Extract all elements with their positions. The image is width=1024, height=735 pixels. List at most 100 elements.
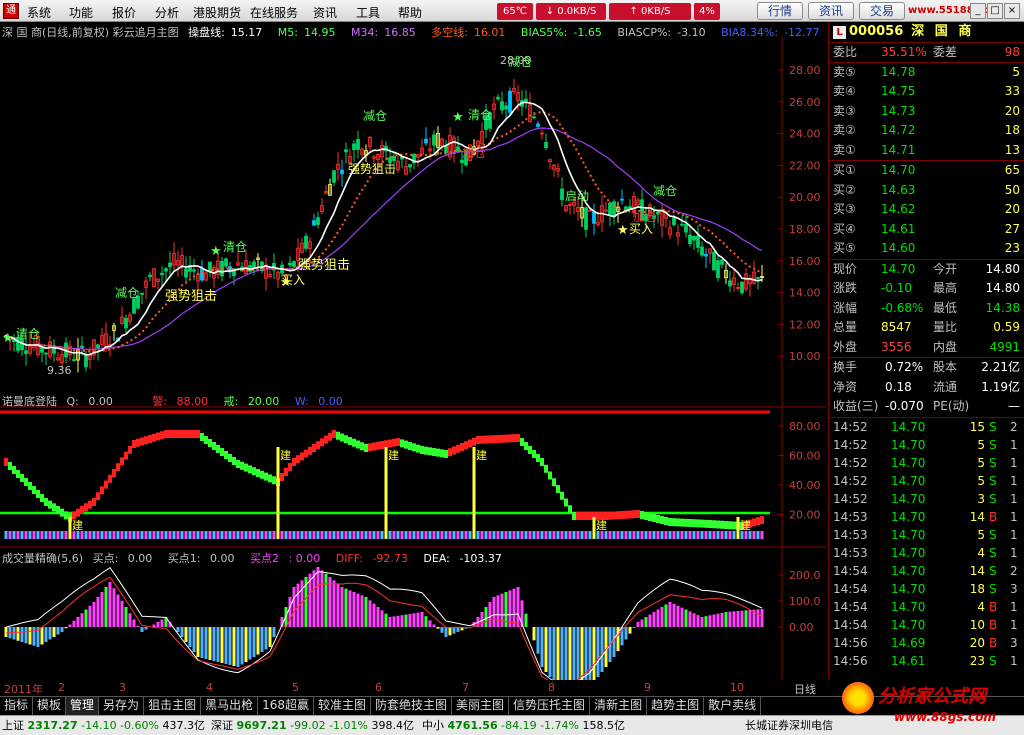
m34-readout: M34: 16.85 [351,26,422,39]
tick-side: S [989,581,997,596]
menu-function[interactable]: 功能 [69,4,93,21]
menu-analysis[interactable]: 分析 [155,4,179,21]
candle-body [192,269,196,272]
menu-news[interactable]: 资讯 [313,4,337,21]
tick-time: 14:54 [833,617,868,632]
ind1-bottom-bar [12,531,16,539]
ind1-step [452,446,456,455]
ann-qing2: 清仓 [223,240,247,254]
period-label[interactable]: 日线 [794,681,816,697]
ind2-histogram-bar [240,627,244,665]
ind2-histogram-bar [492,597,496,627]
close-icon[interactable]: × [1004,3,1020,19]
tick-row[interactable]: 14:56 14.69 20 B 3 [829,634,1024,652]
fin-label: 净资 [833,379,858,394]
ind1-step [472,437,476,446]
tab-item[interactable]: 清新主图 [590,697,648,715]
stat-row: 现价 14.70 今开 14.80 [829,260,1024,280]
ind1-bottom-bar [224,531,228,539]
ind1-step [556,485,560,493]
price-tick-label: 16.00 [789,255,821,268]
tab-item[interactable]: 另存为 [99,697,145,715]
trade-button[interactable]: 交易 [859,2,905,20]
tick-count: 2 [1010,563,1018,578]
tab-item[interactable]: 散户卖线 [704,697,762,715]
menu-online[interactable]: 在线服务 [250,4,298,21]
chart-area[interactable]: 清仓 减仓 清仓 强势狙击 强势狙击 买入 减仓 强势狙击 加仓 清仓 减仓 启… [0,22,826,680]
ind1-bottom-bar [8,531,12,539]
tick-row[interactable]: 14:52 14.70 3 S 1 [829,490,1024,508]
ind1-step [208,439,212,447]
tick-volume: 20 [969,635,985,650]
ind1-bottom-bar [748,531,752,539]
tick-count: 3 [1010,581,1018,596]
tab-item[interactable]: 较准主图 [314,697,372,715]
ind1-step [544,464,548,473]
ind1-bottom-bar [560,531,564,539]
fin-label: 流通 [933,379,958,394]
tab-item[interactable]: 168超赢 [258,697,314,715]
candle-body [184,268,188,278]
tick-row[interactable]: 14:52 14.70 5 S 1 [829,436,1024,454]
tab-item[interactable]: 信势压托主图 [509,697,591,715]
minimize-icon[interactable]: _ [970,3,986,19]
quote-button[interactable]: 行情 [757,2,803,20]
tick-row[interactable]: 14:53 14.70 5 S 1 [829,526,1024,544]
bids-volume: 65 [1004,163,1020,177]
menu-hk-futures[interactable]: 港股期货 [193,4,241,21]
ind2-histogram-bar [380,610,384,627]
tick-row[interactable]: 14:54 14.70 4 B 1 [829,598,1024,616]
ind2-histogram-bar [132,619,136,627]
ind2-histogram-bar [68,624,72,627]
bids-label: 买⑤ [833,241,856,255]
tab-item[interactable]: 管理 [66,697,100,715]
tick-row[interactable]: 14:54 14.70 18 S 3 [829,580,1024,598]
ind2-histogram-bar [648,614,652,627]
menu-help[interactable]: 帮助 [398,4,422,21]
tick-time: 14:54 [833,563,868,578]
ind1-step [212,442,216,450]
tick-row[interactable]: 14:54 14.70 10 B 1 [829,616,1024,634]
ind2-histogram-bar [124,607,128,627]
menu-quote[interactable]: 报价 [112,4,136,21]
stat-value: 14.38 [985,300,1020,315]
tick-row[interactable]: 14:56 14.61 23 S 1 [829,652,1024,670]
b-label: 买点: [92,552,119,565]
chart-canvas[interactable]: 清仓 减仓 清仓 强势狙击 强势狙击 买入 减仓 强势狙击 加仓 清仓 减仓 启… [0,22,826,680]
stat-row: 涨跌 -0.10 最高 14.80 [829,279,1024,299]
ind1-step [76,508,80,517]
ind1-bottom-bar [528,531,532,539]
tick-list[interactable]: 14:52 14.70 15 S 2 14:52 14.70 5 S 1 14:52 14.70 5 S 1… [829,418,1024,670]
tick-row[interactable]: 14:54 14.70 14 S 2 [829,562,1024,580]
ind2-histogram-bar [624,627,628,640]
diff-value: -92.73 [372,552,408,565]
stat-value: 8547 [881,320,912,334]
tab-item[interactable]: 狙击主图 [144,697,202,715]
stat-label: 涨跌 [833,281,858,295]
tick-row[interactable]: 14:53 14.70 4 S 1 [829,544,1024,562]
menu-system[interactable]: 系统 [27,4,51,21]
tab-item[interactable]: 指标 [0,697,34,715]
ind1-bottom-bar [444,531,448,539]
sh-label: 上证 [2,719,24,732]
tick-side: B [989,635,998,650]
ind1-bottom-bar [616,531,620,539]
tab-item[interactable]: 防套绝技主图 [371,697,453,715]
time-label: 5 [292,681,299,694]
ind1-bottom-bar [372,531,376,539]
price-tick-label: 24.00 [789,128,821,141]
tab-item[interactable]: 趋势主图 [647,697,705,715]
maximize-icon[interactable]: □ [987,3,1003,19]
tick-row[interactable]: 14:53 14.70 14 B 1 [829,508,1024,526]
news-button[interactable]: 资讯 [808,2,854,20]
tab-item[interactable]: 黑马出枪 [201,697,259,715]
tick-row[interactable]: 14:52 14.70 5 S 1 [829,454,1024,472]
tab-item[interactable]: 美丽主图 [452,697,510,715]
tick-row[interactable]: 14:52 14.70 5 S 1 [829,472,1024,490]
candle-body [692,235,696,241]
menu-tools[interactable]: 工具 [356,4,380,21]
ind2-histogram-bar [32,627,36,646]
tick-row[interactable]: 14:52 14.70 15 S 2 [829,418,1024,436]
tab-item[interactable]: 模板 [33,697,67,715]
ind1-step [528,446,532,454]
